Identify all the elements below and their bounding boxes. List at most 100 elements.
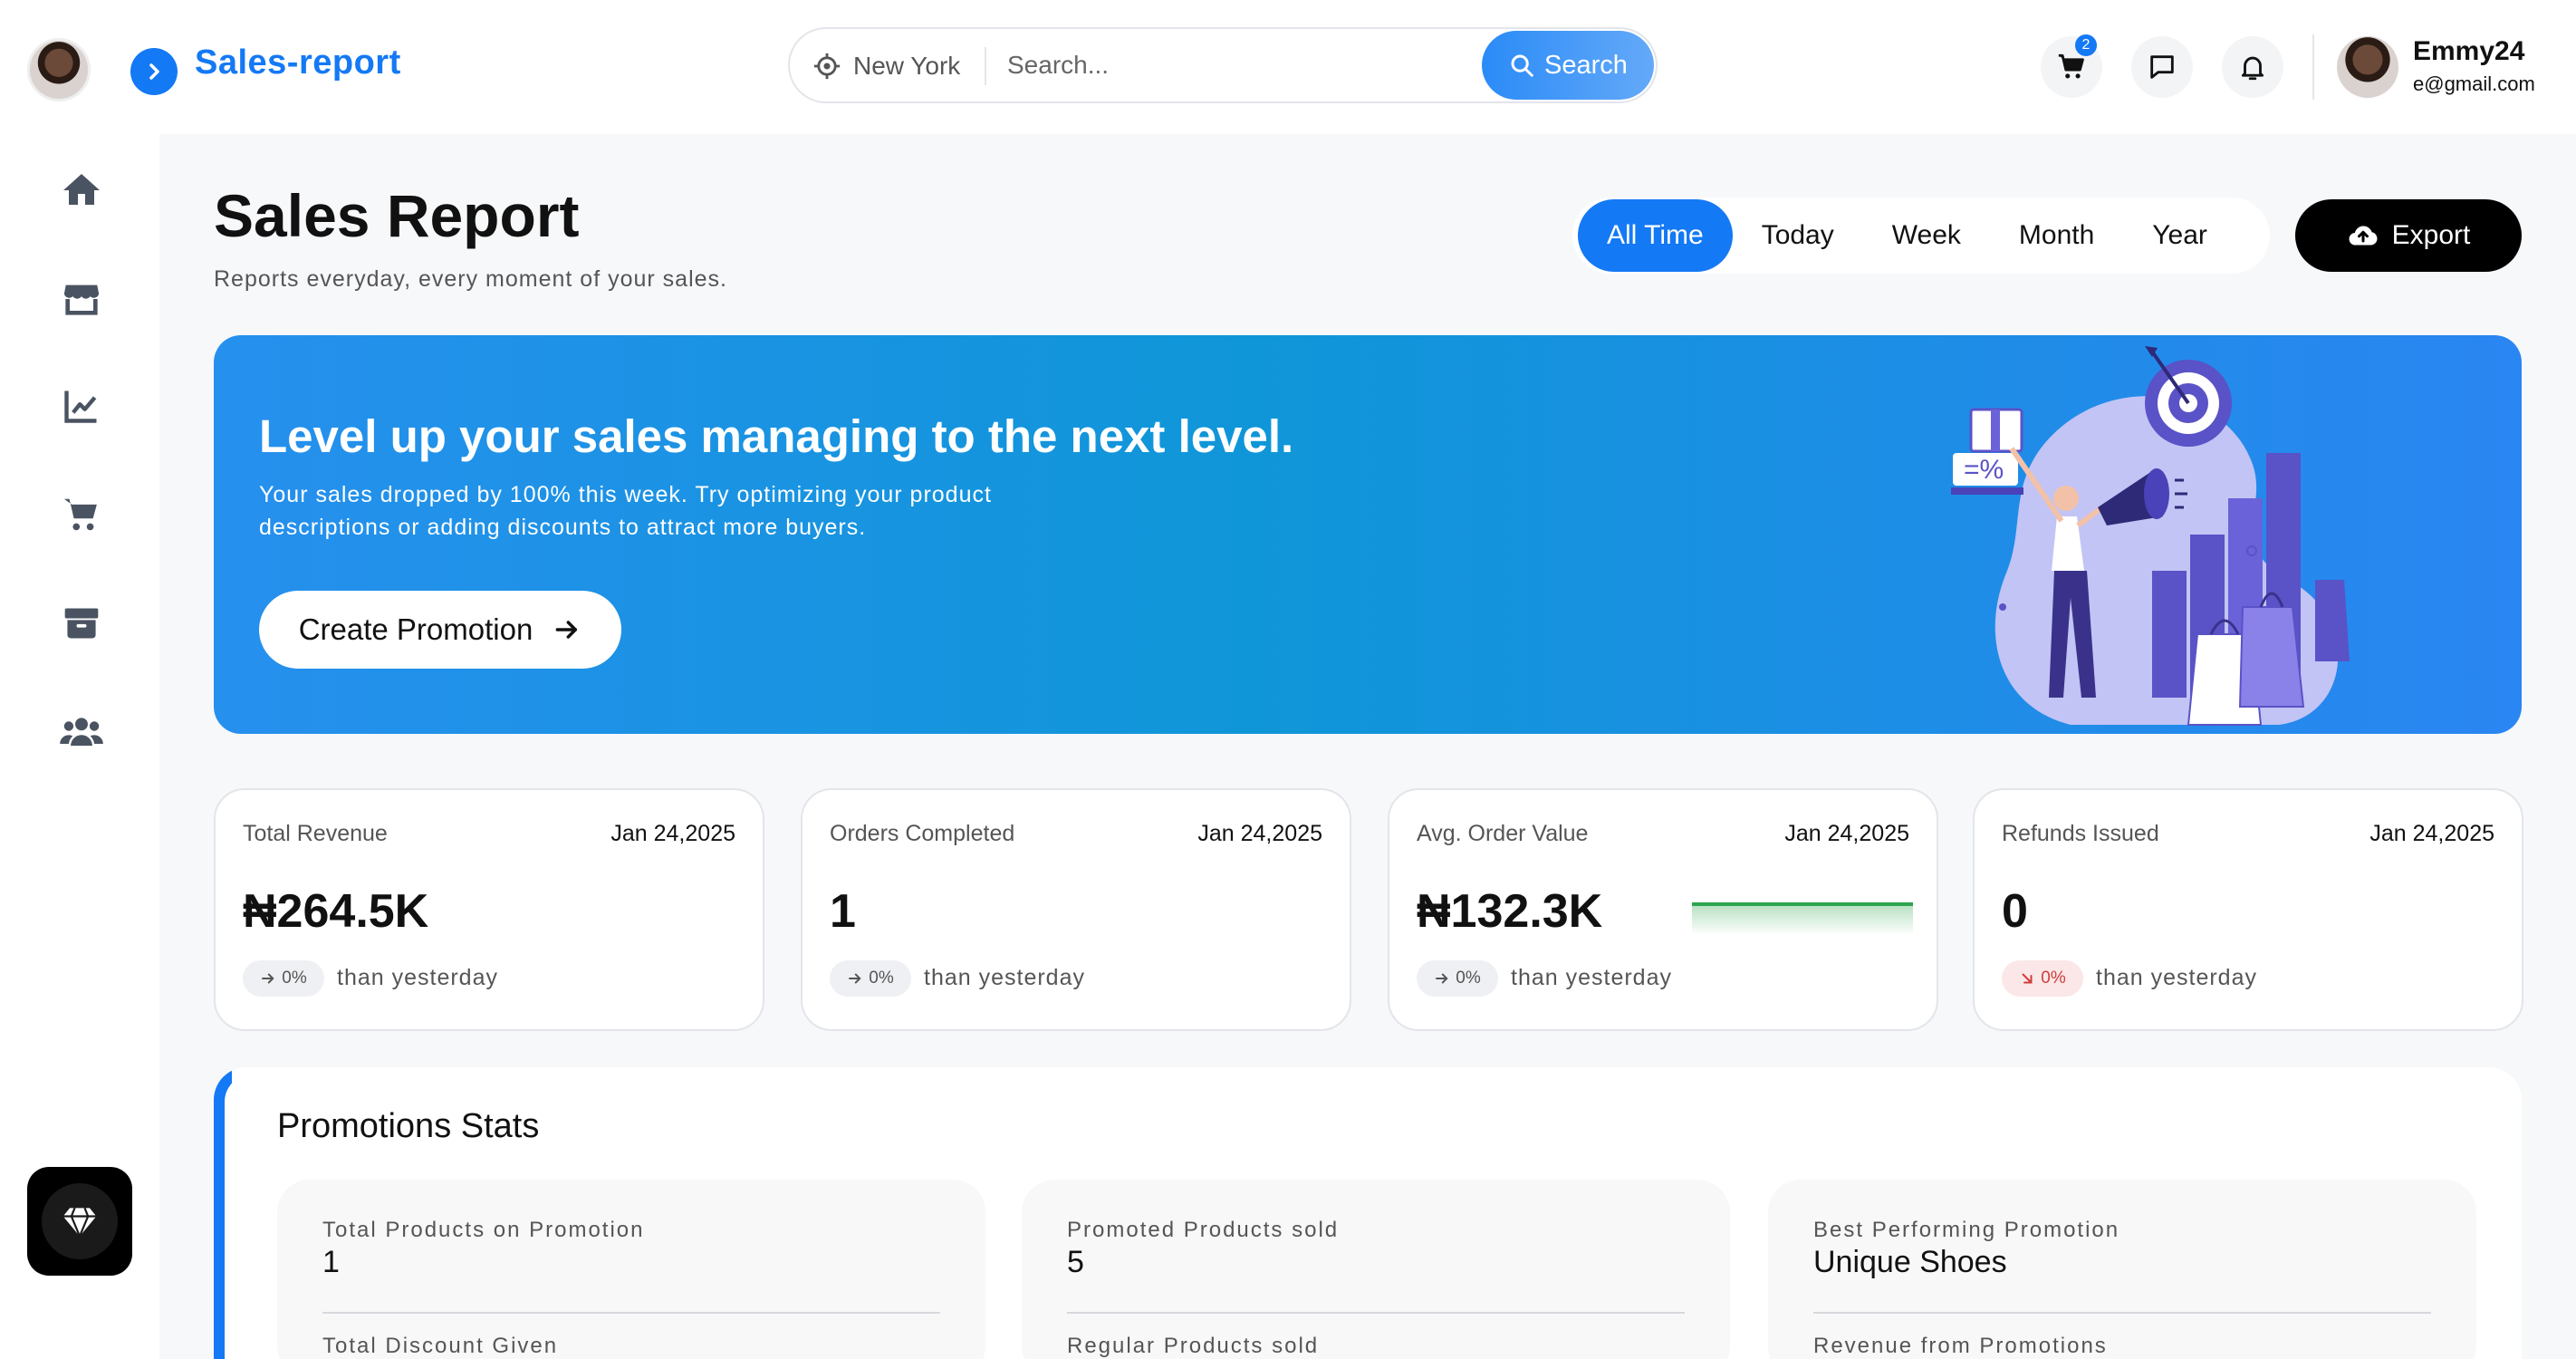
stat-change-badge: 0% xyxy=(1417,960,1498,997)
sidebar xyxy=(0,134,159,1359)
tab-today[interactable]: Today xyxy=(1733,199,1863,272)
promo-stat-label: Regular Products sold xyxy=(1067,1334,1320,1358)
banner-text: Your sales dropped by 100% this week. Tr… xyxy=(259,482,992,540)
arrow-down-right-icon xyxy=(2022,973,2033,984)
stat-card-orders-completed[interactable]: Orders Completed Jan 24,2025 1 0% than y… xyxy=(801,788,1351,1031)
promotions-title: Promotions Stats xyxy=(277,1107,540,1145)
stat-change-value: 0% xyxy=(2041,969,2066,988)
create-promotion-label: Create Promotion xyxy=(298,612,533,646)
sidebar-item-customers[interactable] xyxy=(54,705,109,759)
tab-year[interactable]: Year xyxy=(2123,199,2236,272)
promo-stat-value: 1 xyxy=(322,1245,340,1279)
promo-stat-label: Best Performing Promotion xyxy=(1813,1218,2120,1242)
stat-change-value: 0% xyxy=(1456,969,1481,988)
cloud-upload-icon xyxy=(2349,226,2378,246)
stat-date: Jan 24,2025 xyxy=(2369,821,2494,846)
stat-compare: than yesterday xyxy=(337,965,498,990)
sidebar-item-home[interactable] xyxy=(54,163,109,217)
promo-stat-label: Promoted Products sold xyxy=(1067,1218,1340,1242)
stat-value: ₦264.5K xyxy=(243,885,429,938)
search-icon xyxy=(1511,54,1533,77)
location-selector[interactable]: New York xyxy=(853,52,960,81)
stat-change-badge: 0% xyxy=(243,960,324,997)
stat-label: Orders Completed xyxy=(830,821,1015,846)
search-bar: New York Search xyxy=(788,27,1658,103)
brand-title: Sales-report xyxy=(195,43,401,82)
sidebar-item-products[interactable] xyxy=(54,596,109,651)
premium-icon-wrap xyxy=(42,1183,118,1259)
stat-date: Jan 24,2025 xyxy=(1784,821,1909,846)
time-filter-tabs: All Time Today Week Month Year xyxy=(1572,198,2270,274)
stat-date: Jan 24,2025 xyxy=(610,821,735,846)
chart-icon xyxy=(64,390,97,423)
location-icon[interactable] xyxy=(812,51,842,82)
stat-compare: than yesterday xyxy=(1511,965,1672,990)
bell-icon xyxy=(2241,56,2264,81)
promo-stat-value: 5 xyxy=(1067,1245,1084,1279)
page-subtitle: Reports everyday, every moment of your s… xyxy=(214,266,727,292)
export-label: Export xyxy=(2391,220,2471,250)
sidebar-item-store[interactable] xyxy=(54,272,109,326)
sidebar-item-orders[interactable] xyxy=(54,487,109,542)
header-divider xyxy=(2312,34,2314,100)
stat-card-total-revenue[interactable]: Total Revenue Jan 24,2025 ₦264.5K 0% tha… xyxy=(214,788,764,1031)
promo-stat-label: Total Discount Given xyxy=(322,1334,559,1358)
svg-text:=%: =% xyxy=(1964,455,2004,485)
stat-value: ₦132.3K xyxy=(1417,885,1603,938)
promo-banner: Level up your sales managing to the next… xyxy=(214,335,2522,734)
page-title: Sales Report xyxy=(214,182,580,249)
store-icon xyxy=(63,284,100,315)
stat-card-refunds-issued[interactable]: Refunds Issued Jan 24,2025 0 0% than yes… xyxy=(1973,788,2523,1031)
promo-stat-label: Revenue from Promotions xyxy=(1813,1334,2108,1358)
search-divider xyxy=(985,47,986,85)
notifications-button[interactable] xyxy=(2222,36,2283,98)
promo-stat-card: Promoted Products sold 5 Regular Product… xyxy=(1022,1180,1730,1359)
sidebar-item-analytics[interactable] xyxy=(54,379,109,433)
stat-compare: than yesterday xyxy=(2096,965,2257,990)
banner-title: Level up your sales managing to the next… xyxy=(259,410,1294,462)
create-promotion-button[interactable]: Create Promotion xyxy=(259,591,621,669)
logo-avatar[interactable] xyxy=(27,38,91,101)
top-header: Sales-report New York Search 2 Emmy24 e@… xyxy=(0,0,2576,134)
promo-stat-value: Unique Shoes xyxy=(1813,1245,2007,1279)
sidebar-toggle-button[interactable] xyxy=(130,48,178,95)
panel-accent-mask xyxy=(225,1075,261,1359)
stat-label: Refunds Issued xyxy=(2002,821,2159,846)
arrow-right-icon xyxy=(555,621,578,639)
export-button[interactable]: Export xyxy=(2295,199,2522,272)
cart-button[interactable]: 2 xyxy=(2041,34,2102,98)
stat-label: Avg. Order Value xyxy=(1417,821,1589,846)
user-name[interactable]: Emmy24 xyxy=(2413,36,2524,67)
avg-order-sparkline xyxy=(1692,902,1913,935)
arrow-right-icon xyxy=(1436,973,1448,984)
home-icon xyxy=(63,174,100,205)
stat-change-value: 0% xyxy=(869,969,894,988)
box-icon xyxy=(64,608,99,639)
stat-value: 1 xyxy=(830,885,856,938)
stat-change-value: 0% xyxy=(282,969,307,988)
user-avatar[interactable] xyxy=(2337,36,2398,98)
messages-button[interactable] xyxy=(2131,36,2193,98)
arrow-right-icon xyxy=(262,973,274,984)
user-email: e@gmail.com xyxy=(2413,72,2535,95)
stat-change-badge: 0% xyxy=(2002,960,2083,997)
tab-all-time[interactable]: All Time xyxy=(1578,199,1733,272)
promo-stat-divider xyxy=(322,1312,940,1314)
users-icon xyxy=(60,718,103,747)
search-button[interactable]: Search xyxy=(1482,31,1654,100)
stat-card-avg-order-value[interactable]: Avg. Order Value Jan 24,2025 ₦132.3K 0% … xyxy=(1388,788,1938,1031)
message-icon xyxy=(2150,55,2174,79)
stat-change-badge: 0% xyxy=(830,960,911,997)
stat-date: Jan 24,2025 xyxy=(1197,821,1322,846)
promo-stat-divider xyxy=(1067,1312,1685,1314)
cart-icon xyxy=(63,498,97,531)
tab-month[interactable]: Month xyxy=(1990,199,2123,272)
search-input[interactable] xyxy=(1007,42,1351,89)
premium-button[interactable] xyxy=(27,1167,132,1276)
marketing-illustration: =% xyxy=(1951,346,2350,726)
stat-label: Total Revenue xyxy=(243,821,388,846)
tab-week[interactable]: Week xyxy=(1863,199,1990,272)
promo-stat-label: Total Products on Promotion xyxy=(322,1218,645,1242)
promotions-stats-panel: Promotions Stats Total Products on Promo… xyxy=(214,1067,2522,1359)
cart-icon xyxy=(2058,53,2084,79)
